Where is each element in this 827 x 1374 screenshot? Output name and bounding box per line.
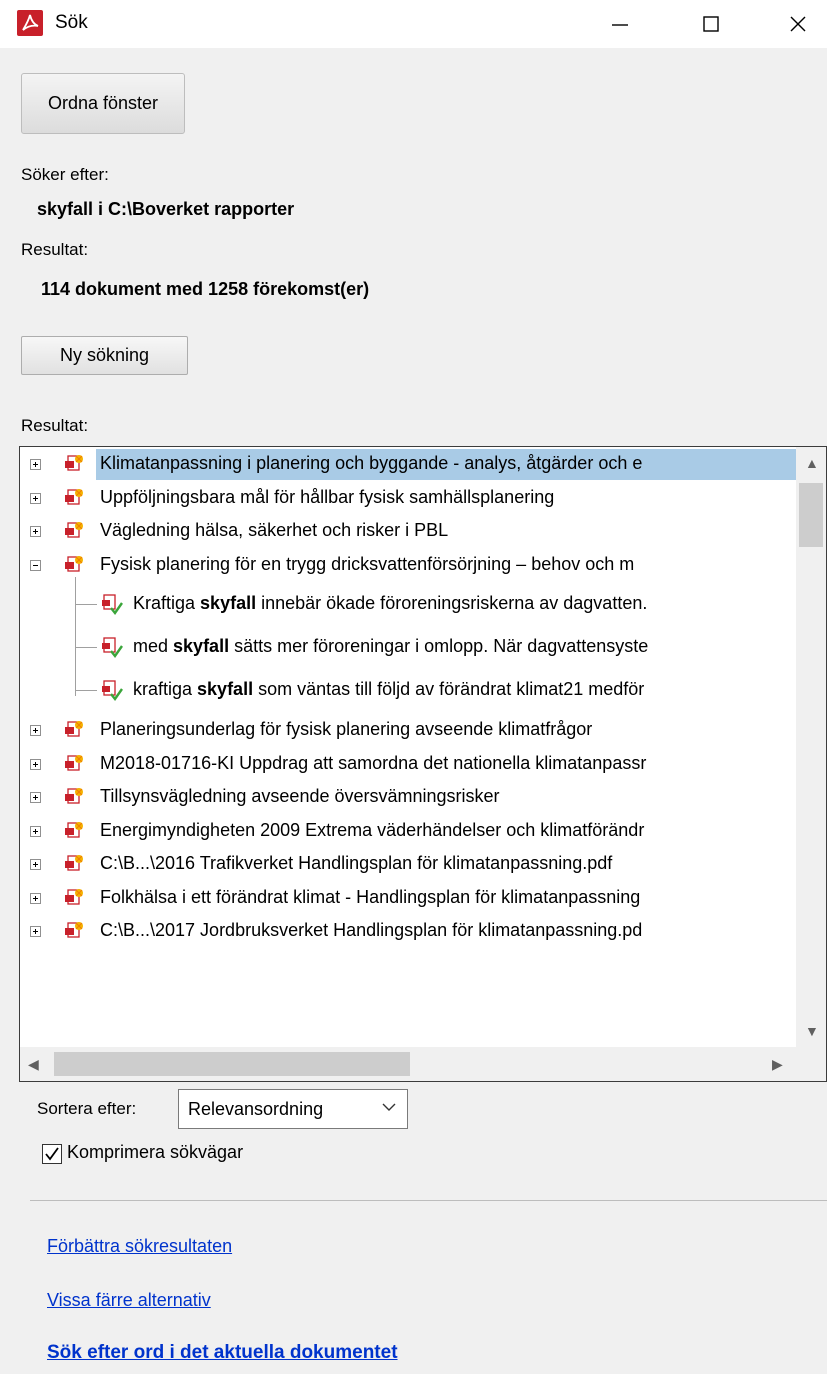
tree-row-hit[interactable]: med skyfall sätts mer föroreningar i oml…: [20, 625, 798, 668]
expand-icon[interactable]: [30, 892, 41, 904]
expand-icon[interactable]: [30, 459, 41, 470]
hit-text-before: med: [133, 636, 174, 656]
sort-select-value: Relevansordning: [188, 1098, 324, 1119]
tree-row-document[interactable]: Planeringsunderlag för fysisk planering …: [20, 714, 798, 747]
tree-connector: [75, 690, 97, 691]
tree-row-document[interactable]: Uppföljningsbara mål för hållbar fysisk …: [20, 482, 798, 515]
hit-search-term: skyfall: [173, 636, 230, 656]
chevron-down-icon: [381, 1099, 397, 1120]
document-title[interactable]: Energimyndigheten 2009 Extrema väderhänd…: [100, 820, 644, 841]
document-title[interactable]: Uppföljningsbara mål för hållbar fysisk …: [100, 487, 554, 508]
close-icon[interactable]: [769, 0, 827, 48]
scroll-left-icon[interactable]: ◀: [28, 1056, 39, 1073]
document-title[interactable]: C:\B...\2016 Trafikverket Handlingsplan …: [100, 853, 612, 874]
pdf-document-icon: [62, 519, 86, 543]
document-title[interactable]: Folkhälsa i ett förändrat klimat - Handl…: [100, 887, 640, 908]
collapse-icon[interactable]: [30, 559, 41, 571]
document-title[interactable]: M2018-01716-KI Uppdrag att samordna det …: [100, 753, 646, 774]
pdf-document-icon: [62, 452, 86, 476]
tree-row-document[interactable]: C:\B...\2016 Trafikverket Handlingsplan …: [20, 848, 798, 881]
tree-row-document[interactable]: Tillsynsvägledning avseende översvämning…: [20, 781, 798, 814]
hit-text-after: som väntas till följd av förändrat klima…: [253, 679, 645, 699]
scroll-corner: [796, 1047, 826, 1081]
document-title[interactable]: Planeringsunderlag för fysisk planering …: [100, 719, 592, 740]
tree-row-document[interactable]: C:\B...\2017 Jordbruksverket Handlingspl…: [20, 915, 798, 948]
document-title[interactable]: C:\B...\2017 Jordbruksverket Handlingspl…: [100, 920, 642, 941]
expand-icon[interactable]: [30, 859, 41, 870]
pdf-document-icon: [62, 718, 86, 742]
expand-icon[interactable]: [30, 725, 41, 736]
search-query: skyfall i C:\Boverket rapporter: [37, 199, 295, 219]
vertical-scrollbar[interactable]: ▲ ▼: [796, 447, 826, 1047]
hit-search-term: skyfall: [200, 593, 257, 613]
minimize-icon[interactable]: [591, 0, 649, 48]
search-hit-icon: [100, 592, 124, 616]
improve-results-link[interactable]: Förbättra sökresultaten: [47, 1236, 232, 1257]
sort-select[interactable]: Relevansordning: [178, 1089, 408, 1129]
tree-row-document[interactable]: Fysisk planering för en trygg dricksvatt…: [20, 549, 798, 582]
search-current-document-link[interactable]: Sök efter ord i det aktuella dokumentet: [47, 1342, 398, 1364]
pdf-document-icon: [62, 852, 86, 876]
tree-row-document[interactable]: Vägledning hälsa, säkerhet och risker i …: [20, 515, 798, 548]
tree-connector: [75, 647, 97, 648]
expand-icon[interactable]: [30, 825, 41, 837]
hit-text-after: sätts mer föroreningar i omlopp. När dag…: [229, 636, 649, 656]
searching-for-label: Söker efter:: [21, 165, 109, 184]
divider: [30, 1200, 827, 1201]
tree-row-document[interactable]: Energimyndigheten 2009 Extrema väderhänd…: [20, 815, 798, 848]
tree-row-hit[interactable]: kraftiga skyfall som väntas till följd a…: [20, 668, 798, 711]
tree-connector: [75, 604, 97, 605]
scroll-up-icon[interactable]: ▲: [805, 455, 819, 471]
pdf-document-icon: [62, 819, 86, 843]
search-hit-icon: [100, 678, 124, 702]
window-title: Sök: [55, 12, 88, 33]
document-title[interactable]: Vägledning hälsa, säkerhet och risker i …: [100, 520, 448, 541]
document-title[interactable]: Klimatanpassning i planering och byggand…: [100, 453, 642, 474]
search-hit-text[interactable]: med skyfall sätts mer föroreningar i oml…: [133, 636, 648, 657]
tree-row-document[interactable]: Folkhälsa i ett förändrat klimat - Handl…: [20, 882, 798, 915]
fewer-options-link[interactable]: Vissa färre alternativ: [47, 1290, 211, 1311]
vertical-scroll-thumb[interactable]: [799, 483, 823, 547]
acrobat-logo-icon: [17, 10, 43, 36]
hit-search-term: skyfall: [197, 679, 254, 699]
pdf-document-icon: [62, 752, 86, 776]
expand-icon[interactable]: [30, 492, 41, 504]
expand-icon[interactable]: [30, 758, 41, 770]
pdf-document-icon: [62, 785, 86, 809]
title-bar: Sök: [0, 0, 827, 48]
hit-text-after: innebär ökade föroreningsriskerna av dag…: [256, 593, 648, 613]
document-title[interactable]: Tillsynsvägledning avseende översvämning…: [100, 786, 500, 807]
sort-label: Sortera efter:: [37, 1099, 137, 1118]
expand-icon[interactable]: [30, 792, 41, 803]
hit-text-before: Kraftiga: [133, 593, 201, 613]
hit-text-before: kraftiga: [133, 679, 198, 699]
search-hit-text[interactable]: kraftiga skyfall som väntas till följd a…: [133, 679, 644, 700]
tree-row-document[interactable]: M2018-01716-KI Uppdrag att samordna det …: [20, 748, 798, 781]
compress-paths-checkbox[interactable]: [42, 1144, 62, 1164]
search-hit-text[interactable]: Kraftiga skyfall innebär ökade förorenin…: [133, 593, 647, 614]
expand-icon[interactable]: [30, 526, 41, 537]
results-summary: 114 dokument med 1258 förekomst(er): [41, 279, 370, 299]
pdf-document-icon: [62, 919, 86, 943]
search-hit-icon: [100, 635, 124, 659]
horizontal-scrollbar[interactable]: ◀ ▶: [20, 1047, 796, 1081]
pdf-document-icon: [62, 553, 86, 577]
document-title[interactable]: Fysisk planering för en trygg dricksvatt…: [100, 554, 634, 575]
horizontal-scroll-thumb[interactable]: [54, 1052, 410, 1076]
results-label: Resultat:: [21, 240, 89, 259]
new-search-button[interactable]: Ny sökning: [21, 336, 188, 375]
tree-row-document[interactable]: Klimatanpassning i planering och byggand…: [20, 448, 798, 481]
arrange-windows-button[interactable]: Ordna fönster: [21, 73, 185, 134]
expand-icon[interactable]: [30, 926, 41, 937]
compress-paths-label[interactable]: Komprimera sökvägar: [67, 1142, 243, 1163]
maximize-icon[interactable]: [682, 0, 740, 48]
results-list-label: Resultat:: [21, 416, 89, 435]
pdf-document-icon: [62, 886, 86, 910]
results-tree[interactable]: Klimatanpassning i planering och byggand…: [19, 446, 827, 1082]
pdf-document-icon: [62, 486, 86, 510]
tree-row-hit[interactable]: Kraftiga skyfall innebär ökade förorenin…: [20, 582, 798, 625]
scroll-right-icon[interactable]: ▶: [772, 1056, 783, 1073]
scroll-down-icon[interactable]: ▼: [805, 1023, 819, 1039]
